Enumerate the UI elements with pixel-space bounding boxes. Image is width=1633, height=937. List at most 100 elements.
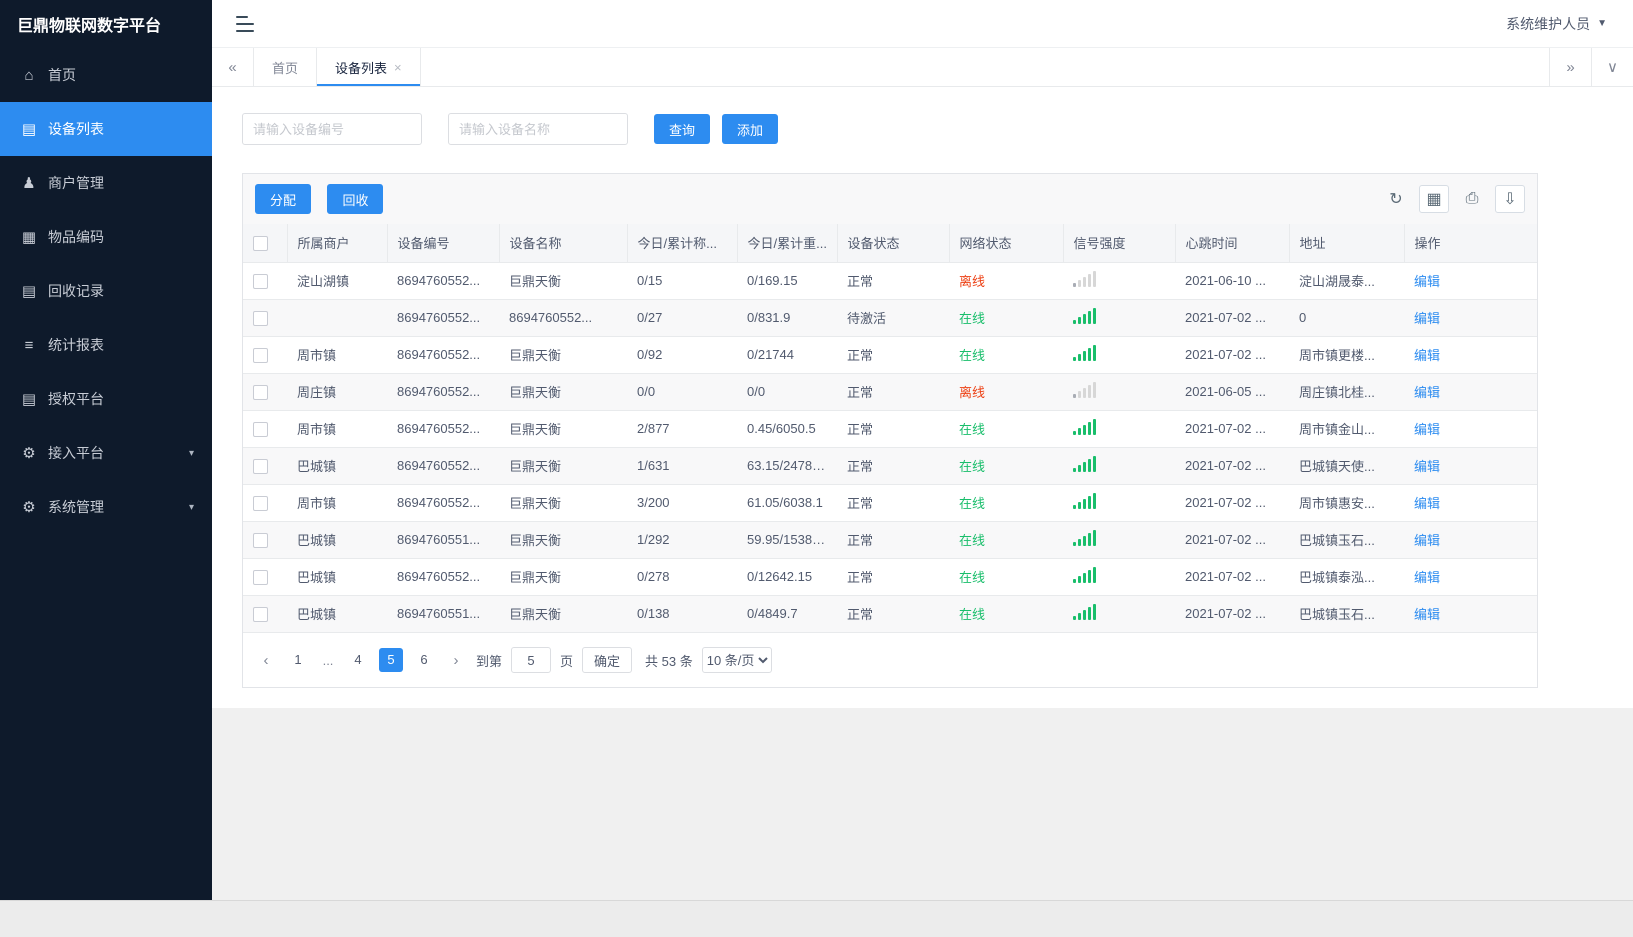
edit-link[interactable]: 编辑 bbox=[1414, 496, 1440, 511]
edit-link[interactable]: 编辑 bbox=[1414, 274, 1440, 289]
row-checkbox[interactable] bbox=[253, 421, 268, 437]
sidebar-item-access-platform[interactable]: 接入平台 ▾ bbox=[0, 426, 212, 480]
table-row: 周市镇 8694760552... 巨鼎天衡 2/877 0.45/6050.5… bbox=[243, 410, 1537, 448]
print-icon[interactable]: ⎙ bbox=[1457, 185, 1487, 213]
cell-heartbeat-time: 2021-06-10 ... bbox=[1175, 262, 1289, 300]
row-checkbox[interactable] bbox=[253, 310, 268, 326]
row-checkbox[interactable] bbox=[253, 532, 268, 548]
cell-device-name: 巨鼎天衡 bbox=[499, 373, 627, 411]
goto-confirm-button[interactable]: 确定 bbox=[582, 647, 633, 673]
cell-today-total-weight: 0/831.9 bbox=[737, 299, 837, 337]
cell-today-total-count: 0/0 bbox=[627, 373, 737, 411]
device-list-icon bbox=[20, 120, 38, 138]
edit-link[interactable]: 编辑 bbox=[1414, 348, 1440, 363]
cell-device-number: 8694760552... bbox=[387, 410, 499, 448]
sidebar-item-system-management[interactable]: 系统管理 ▾ bbox=[0, 480, 212, 534]
tabs-scroll-right-button[interactable]: » bbox=[1549, 48, 1591, 86]
goto-suffix-label: 页 bbox=[560, 653, 574, 669]
next-page-button[interactable]: › bbox=[445, 652, 467, 669]
page-size-select[interactable]: 10 条/页 bbox=[701, 647, 772, 673]
col-today-total-weight: 今日/累计重... bbox=[737, 224, 838, 263]
edit-link[interactable]: 编辑 bbox=[1414, 311, 1440, 326]
page-number-5-active[interactable]: 5 bbox=[379, 648, 403, 672]
sidebar-item-home[interactable]: 首页 bbox=[0, 48, 212, 102]
sidebar-toggle-icon[interactable] bbox=[236, 15, 256, 32]
page-number-4[interactable]: 4 bbox=[346, 648, 370, 672]
assign-button[interactable]: 分配 bbox=[255, 184, 312, 214]
select-all-checkbox[interactable] bbox=[253, 235, 268, 251]
table-row: 周庄镇 8694760552... 巨鼎天衡 0/0 0/0 正常 离线 202… bbox=[243, 373, 1537, 411]
user-menu[interactable]: 系统维护人员 ▼ bbox=[1506, 14, 1607, 34]
network-status-badge: 离线 bbox=[959, 385, 986, 400]
table-toolbar: 分配 回收 ↻ ▦ ⎙ ⇩ bbox=[243, 174, 1537, 224]
table-row: 周市镇 8694760552... 巨鼎天衡 3/200 61.05/6038.… bbox=[243, 484, 1537, 522]
cell-device-number: 8694760551... bbox=[397, 606, 481, 622]
sidebar-item-statistics-report[interactable]: 统计报表 bbox=[0, 318, 212, 372]
tab-bar: « 首页 设备列表 × » ∨ bbox=[212, 48, 1633, 87]
sidebar-item-label: 接入平台 bbox=[48, 445, 104, 461]
sidebar-item-device-list[interactable]: 设备列表 bbox=[0, 102, 212, 156]
tab-label: 首页 bbox=[272, 60, 299, 76]
sidebar-item-label: 系统管理 bbox=[48, 499, 104, 515]
sidebar-item-authorize-platform[interactable]: 授权平台 bbox=[0, 372, 212, 426]
toolbar-actions: 分配 回收 bbox=[255, 184, 395, 214]
edit-link[interactable]: 编辑 bbox=[1414, 533, 1440, 548]
cell-device-name: 巨鼎天衡 bbox=[499, 558, 627, 596]
query-button[interactable]: 查询 bbox=[654, 114, 711, 144]
row-checkbox[interactable] bbox=[253, 495, 268, 511]
cell-device-name: 巨鼎天衡 bbox=[499, 484, 627, 522]
row-checkbox[interactable] bbox=[253, 384, 268, 400]
signal-strength-icon bbox=[1073, 382, 1096, 398]
edit-link[interactable]: 编辑 bbox=[1414, 607, 1440, 622]
cell-today-total-weight: 59.95/15382... bbox=[737, 521, 837, 559]
sidebar-item-label: 设备列表 bbox=[48, 121, 104, 137]
report-icon bbox=[20, 337, 38, 354]
refresh-icon[interactable]: ↻ bbox=[1381, 185, 1411, 213]
export-icon[interactable]: ⇩ bbox=[1495, 185, 1525, 213]
cell-merchant: 周市镇 bbox=[287, 484, 387, 522]
horizontal-scrollbar[interactable] bbox=[0, 900, 1633, 937]
column-settings-icon[interactable]: ▦ bbox=[1419, 185, 1449, 213]
device-number-input[interactable] bbox=[242, 113, 422, 145]
cell-device-name: 巨鼎天衡 bbox=[509, 607, 562, 623]
table-row: 巴城镇 8694760551... 巨鼎天衡 0/138 0/4849.7 正常… bbox=[243, 595, 1537, 632]
page-number-6[interactable]: 6 bbox=[412, 648, 436, 672]
tab-device-list[interactable]: 设备列表 × bbox=[317, 48, 421, 86]
device-list-panel: 查询 添加 分配 回收 ↻ ▦ ⎙ bbox=[212, 87, 1633, 708]
edit-link[interactable]: 编辑 bbox=[1414, 422, 1440, 437]
cell-heartbeat-time: 2021-07-02 ... bbox=[1175, 558, 1289, 596]
device-table: 所属商户 设备编号 设备名称 今日/累计称... 今日/累计重... 设备状态 … bbox=[243, 224, 1537, 632]
tab-home[interactable]: 首页 bbox=[254, 48, 318, 86]
edit-link[interactable]: 编辑 bbox=[1414, 570, 1440, 585]
row-checkbox[interactable] bbox=[253, 458, 268, 474]
row-checkbox[interactable] bbox=[253, 606, 268, 622]
tabs-menu-button[interactable]: ∨ bbox=[1591, 48, 1633, 86]
recycle-button[interactable]: 回收 bbox=[327, 184, 384, 214]
cell-merchant: 淀山湖镇 bbox=[287, 262, 387, 300]
chevron-down-icon: ▾ bbox=[188, 447, 194, 459]
signal-strength-icon bbox=[1073, 271, 1096, 287]
edit-link[interactable]: 编辑 bbox=[1414, 459, 1440, 474]
sidebar-item-merchant-management[interactable]: 商户管理 bbox=[0, 156, 212, 210]
table-row: 巴城镇 8694760551... 巨鼎天衡 1/292 59.95/15382… bbox=[243, 521, 1537, 559]
cell-today-total-weight: 0/21744 bbox=[737, 336, 837, 374]
add-button[interactable]: 添加 bbox=[722, 114, 779, 144]
cell-device-number: 8694760552... bbox=[387, 336, 499, 374]
device-name-input[interactable] bbox=[448, 113, 628, 145]
sidebar-item-recycle-records[interactable]: 回收记录 bbox=[0, 264, 212, 318]
goto-page-input[interactable] bbox=[511, 647, 552, 673]
row-checkbox[interactable] bbox=[253, 273, 268, 289]
signal-strength-icon bbox=[1073, 493, 1096, 509]
close-icon[interactable]: × bbox=[394, 60, 402, 75]
toolbar-icons: ↻ ▦ ⎙ ⇩ bbox=[1373, 185, 1525, 213]
tabs-scroll-left-button[interactable]: « bbox=[212, 48, 254, 86]
cell-today-total-weight: 0/0 bbox=[737, 373, 837, 411]
cell-address: 周市镇更楼... bbox=[1289, 336, 1404, 374]
edit-link[interactable]: 编辑 bbox=[1414, 385, 1440, 400]
sidebar-item-item-code[interactable]: 物品编码 bbox=[0, 210, 212, 264]
row-checkbox[interactable] bbox=[253, 347, 268, 363]
chevron-down-icon: ▾ bbox=[188, 501, 194, 513]
row-checkbox[interactable] bbox=[253, 569, 268, 585]
prev-page-button[interactable]: ‹ bbox=[255, 652, 277, 669]
page-number-1[interactable]: 1 bbox=[286, 648, 310, 672]
